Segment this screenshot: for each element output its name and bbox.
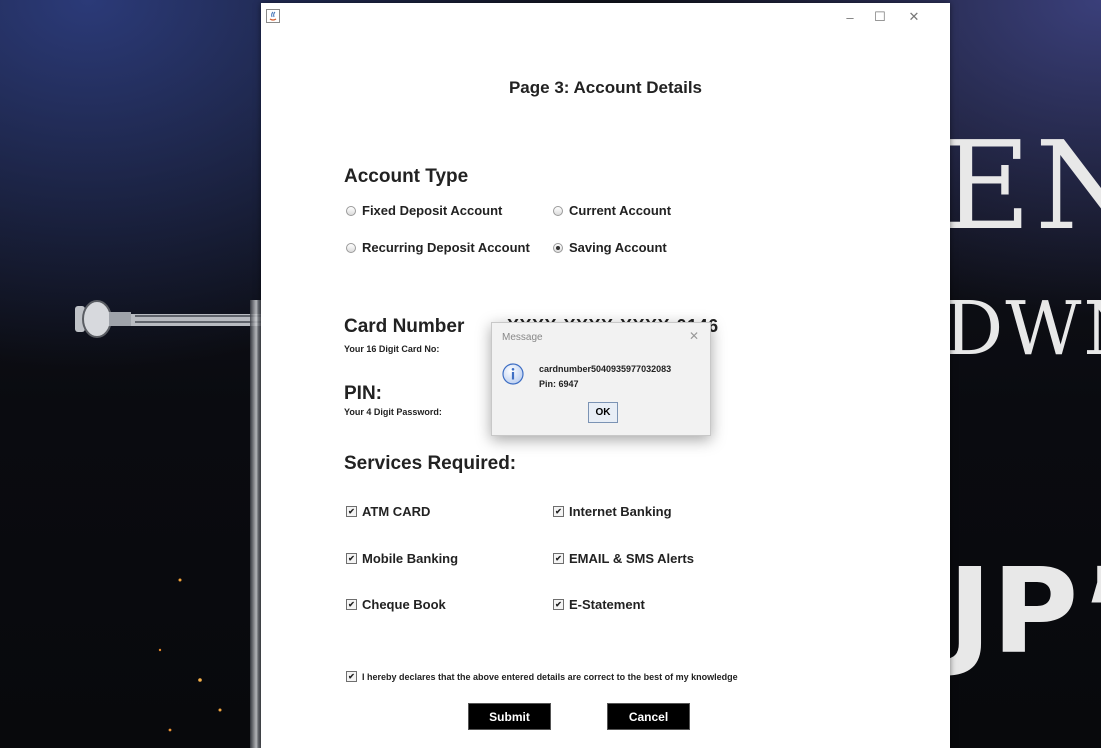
checkbox-declaration[interactable]: ✔ I hereby declares that the above enter… (346, 671, 738, 682)
radio-current-account[interactable]: Current Account (553, 203, 671, 218)
card-number-hint: Your 16 Digit Card No: (344, 344, 440, 354)
pin-hint: Your 4 Digit Password: (344, 407, 442, 417)
checkbox-label: Mobile Banking (362, 551, 459, 566)
dialog-title: Message (502, 332, 543, 343)
title-bar[interactable]: – ☐ ✕ (261, 3, 950, 31)
checkbox-checked-icon[interactable]: ✔ (553, 599, 564, 610)
radio-button-icon[interactable] (346, 205, 356, 216)
radio-button-selected-icon[interactable] (553, 242, 563, 253)
checkbox-label: EMAIL & SMS Alerts (569, 551, 694, 566)
java-app-icon (266, 9, 280, 23)
checkbox-label: Internet Banking (569, 504, 672, 519)
dialog-card-number-text: cardnumber5040935977032083 (539, 364, 672, 374)
radio-button-icon[interactable] (553, 205, 563, 216)
sword-hilt-image (75, 300, 270, 338)
radio-label: Fixed Deposit Account (362, 203, 503, 218)
account-type-heading: Account Type (344, 166, 469, 187)
checkbox-internet-banking[interactable]: ✔ Internet Banking (553, 504, 672, 519)
checkbox-checked-icon[interactable]: ✔ (346, 599, 357, 610)
services-heading: Services Required: (344, 453, 517, 474)
page-title: Page 3: Account Details (508, 78, 703, 97)
wallpaper-text-line-2: DWN (944, 286, 1101, 372)
checkbox-checked-icon[interactable]: ✔ (346, 506, 357, 517)
radio-label: Current Account (569, 203, 672, 218)
radio-fixed-deposit-account[interactable]: Fixed Deposit Account (346, 203, 502, 218)
checkbox-checked-icon[interactable]: ✔ (346, 671, 357, 682)
checkbox-label: ATM CARD (362, 504, 431, 519)
checkbox-mobile-banking[interactable]: ✔ Mobile Banking (346, 551, 458, 566)
declaration-label: I hereby declares that the above entered… (362, 671, 738, 682)
checkbox-email-sms-alerts[interactable]: ✔ EMAIL & SMS Alerts (553, 551, 694, 566)
ember-sparks-image (158, 578, 222, 732)
cancel-button[interactable]: Cancel (607, 703, 690, 730)
minimize-button[interactable]: – (835, 3, 865, 31)
wallpaper-text-line-3: JP” (948, 542, 1101, 680)
info-icon (502, 363, 524, 385)
checkbox-e-statement[interactable]: ✔ E-Statement (553, 597, 645, 612)
checkbox-label: E-Statement (569, 597, 645, 612)
wallpaper-text-line-1: EN (942, 115, 1101, 257)
window-close-button[interactable]: ✕ (899, 3, 929, 31)
radio-label: Recurring Deposit Account (362, 240, 530, 255)
pin-heading: PIN: (344, 383, 382, 404)
dialog-close-button[interactable]: ✕ (689, 329, 699, 343)
radio-button-icon[interactable] (346, 242, 356, 253)
checkbox-label: Cheque Book (362, 597, 446, 612)
checkbox-atm-card[interactable]: ✔ ATM CARD (346, 504, 430, 519)
checkbox-checked-icon[interactable]: ✔ (553, 553, 564, 564)
dialog-pin-text: Pin: 6947 (539, 379, 579, 389)
dialog-ok-button[interactable]: OK (588, 402, 618, 423)
radio-recurring-deposit-account[interactable]: Recurring Deposit Account (346, 240, 530, 255)
checkbox-checked-icon[interactable]: ✔ (346, 553, 357, 564)
checkbox-cheque-book[interactable]: ✔ Cheque Book (346, 597, 446, 612)
card-number-heading: Card Number (344, 316, 465, 337)
checkbox-checked-icon[interactable]: ✔ (553, 506, 564, 517)
radio-label: Saving Account (569, 240, 667, 255)
radio-saving-account[interactable]: Saving Account (553, 240, 667, 255)
maximize-button[interactable]: ☐ (865, 3, 895, 31)
submit-button[interactable]: Submit (468, 703, 551, 730)
message-dialog: Message ✕ cardnumber5040935977032083 Pin… (491, 322, 711, 436)
